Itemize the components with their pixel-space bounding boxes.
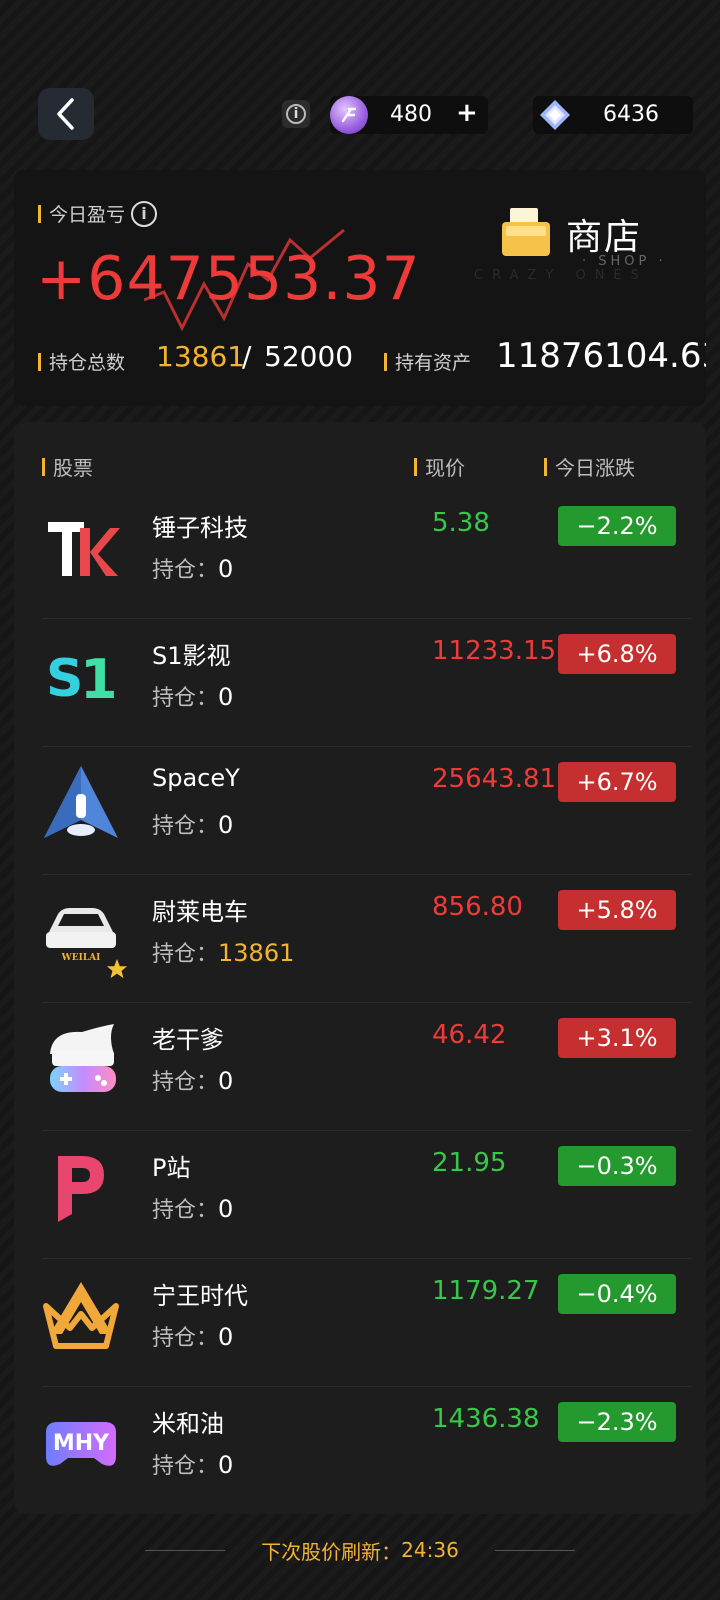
stock-name: SpaceY <box>152 764 240 792</box>
gem-balance: 6436 <box>533 96 693 134</box>
help-info-button[interactable]: i <box>282 100 310 128</box>
add-coins-button[interactable]: + <box>456 98 478 128</box>
portfolio-summary: 今日盈亏 i +647553.37 商店 · SHOP · CRAZY ONES… <box>14 170 706 406</box>
stock-price: 1179.27 <box>432 1276 540 1306</box>
s1-logo-icon: S 1 <box>46 648 118 711</box>
stock-row[interactable]: SpaceY 持仓：0 25643.81 +6.7% <box>42 746 692 875</box>
svg-text:S: S <box>46 649 83 709</box>
stock-price: 11233.15 <box>432 636 557 666</box>
stock-holding: 持仓：0 <box>152 683 234 711</box>
stock-row[interactable]: MHY 米和油 持仓：0 1436.38 −2.3% <box>42 1386 692 1514</box>
mhy-logo-icon: MHY <box>46 1422 116 1466</box>
gem-amount: 6436 <box>603 102 659 127</box>
svg-text:MHY: MHY <box>53 1431 110 1456</box>
stock-price: 1436.38 <box>432 1404 540 1434</box>
stock-name: 尉莱电车 <box>152 898 248 926</box>
refresh-label: 下次股价刷新： <box>261 1539 402 1564</box>
svg-text:WEILAI: WEILAI <box>61 953 101 963</box>
refresh-time: 24:36 <box>401 1538 459 1562</box>
stock-price: 856.80 <box>432 892 523 922</box>
stock-name: 米和油 <box>152 1410 224 1438</box>
crown-logo-icon <box>43 1282 119 1349</box>
stock-price: 21.95 <box>432 1148 507 1178</box>
stock-price: 46.42 <box>432 1020 507 1050</box>
tk-hammer-logo-icon <box>48 522 120 576</box>
holdings-label: 持仓总数 <box>38 348 125 375</box>
stock-price: 5.38 <box>432 508 490 538</box>
coin-amount: 480 <box>390 102 432 127</box>
p-logo-icon <box>58 1156 104 1222</box>
watermark-text: CRAZY ONES <box>474 268 648 283</box>
column-header-stock: 股票 <box>42 452 93 481</box>
stock-name: 老干爹 <box>152 1026 224 1054</box>
shop-subtitle: · SHOP · <box>582 254 667 269</box>
divider <box>145 1549 226 1551</box>
svg-text:1: 1 <box>80 648 118 711</box>
stock-holding: 持仓：0 <box>152 1195 234 1223</box>
pnl-label: 今日盈亏 i <box>38 200 158 227</box>
pnl-info-icon[interactable]: i <box>131 200 158 227</box>
stock-row[interactable]: 锤子科技 持仓：0 5.38 −2.2% <box>42 490 692 619</box>
stock-change-badge: +3.1% <box>558 1018 676 1058</box>
stock-holding: 持仓：0 <box>152 1323 234 1351</box>
stock-row[interactable]: P站 持仓：0 21.95 −0.3% <box>42 1130 692 1259</box>
column-header-change: 今日涨跌 <box>544 452 635 481</box>
holdings-separator: / <box>242 340 252 373</box>
stock-name: 宁王时代 <box>152 1282 248 1310</box>
stock-holding: 持仓：0 <box>152 811 234 839</box>
assets-label: 持有资产 <box>384 348 471 375</box>
stock-holding: 持仓：0 <box>152 555 234 583</box>
stock-row[interactable]: 老干爹 持仓：0 46.42 +3.1% <box>42 1002 692 1131</box>
diamond-icon <box>540 100 570 130</box>
stock-row[interactable]: S 1 S1影视 持仓：0 11233.15 +6.8% <box>42 618 692 747</box>
stock-name: 锤子科技 <box>152 514 248 542</box>
back-button[interactable] <box>38 88 94 140</box>
shop-bag-icon <box>502 208 550 256</box>
info-icon: i <box>286 104 306 124</box>
shop-button[interactable]: 商店 · SHOP · <box>494 192 674 302</box>
pnl-value: +647553.37 <box>36 244 421 314</box>
stock-list: 股票 现价 今日涨跌 锤子科技 持仓：0 5.38 −2.2% S 1 S1影视… <box>14 422 706 1514</box>
stock-change-badge: −0.4% <box>558 1274 676 1314</box>
stock-change-badge: +6.8% <box>558 634 676 674</box>
stock-row[interactable]: WEILAI 尉莱电车 持仓：13861 856.80 +5.8% <box>42 874 692 1003</box>
stock-name: P站 <box>152 1154 191 1182</box>
holdings-total: 52000 <box>264 340 354 373</box>
stock-holding: 持仓：0 <box>152 1067 234 1095</box>
stock-change-badge: +6.7% <box>558 762 676 802</box>
stock-change-badge: +5.8% <box>558 890 676 930</box>
stock-row[interactable]: 宁王时代 持仓：0 1179.27 −0.4% <box>42 1258 692 1387</box>
stock-name: S1影视 <box>152 642 231 670</box>
coin-icon <box>330 96 368 134</box>
stock-price: 25643.81 <box>432 764 557 794</box>
stock-change-badge: −2.2% <box>558 506 676 546</box>
coin-balance: 480 + <box>330 96 488 134</box>
divider <box>494 1549 575 1551</box>
stock-holding: 持仓：0 <box>152 1451 234 1479</box>
gamer-logo-icon <box>50 1024 116 1092</box>
stock-holding: 持仓：13861 <box>152 939 295 967</box>
assets-value: 11876104.63 <box>496 336 706 376</box>
chevron-left-icon <box>57 98 74 130</box>
stock-change-badge: −2.3% <box>558 1402 676 1442</box>
favorite-star-icon <box>106 958 128 979</box>
shop-title: 商店 <box>566 217 643 258</box>
stock-change-badge: −0.3% <box>558 1146 676 1186</box>
column-header-price: 现价 <box>414 452 465 481</box>
rocket-logo-icon <box>44 766 118 838</box>
holdings-current: 13861 <box>156 340 246 373</box>
refresh-timer: 下次股价刷新： 24:36 <box>0 1528 720 1572</box>
